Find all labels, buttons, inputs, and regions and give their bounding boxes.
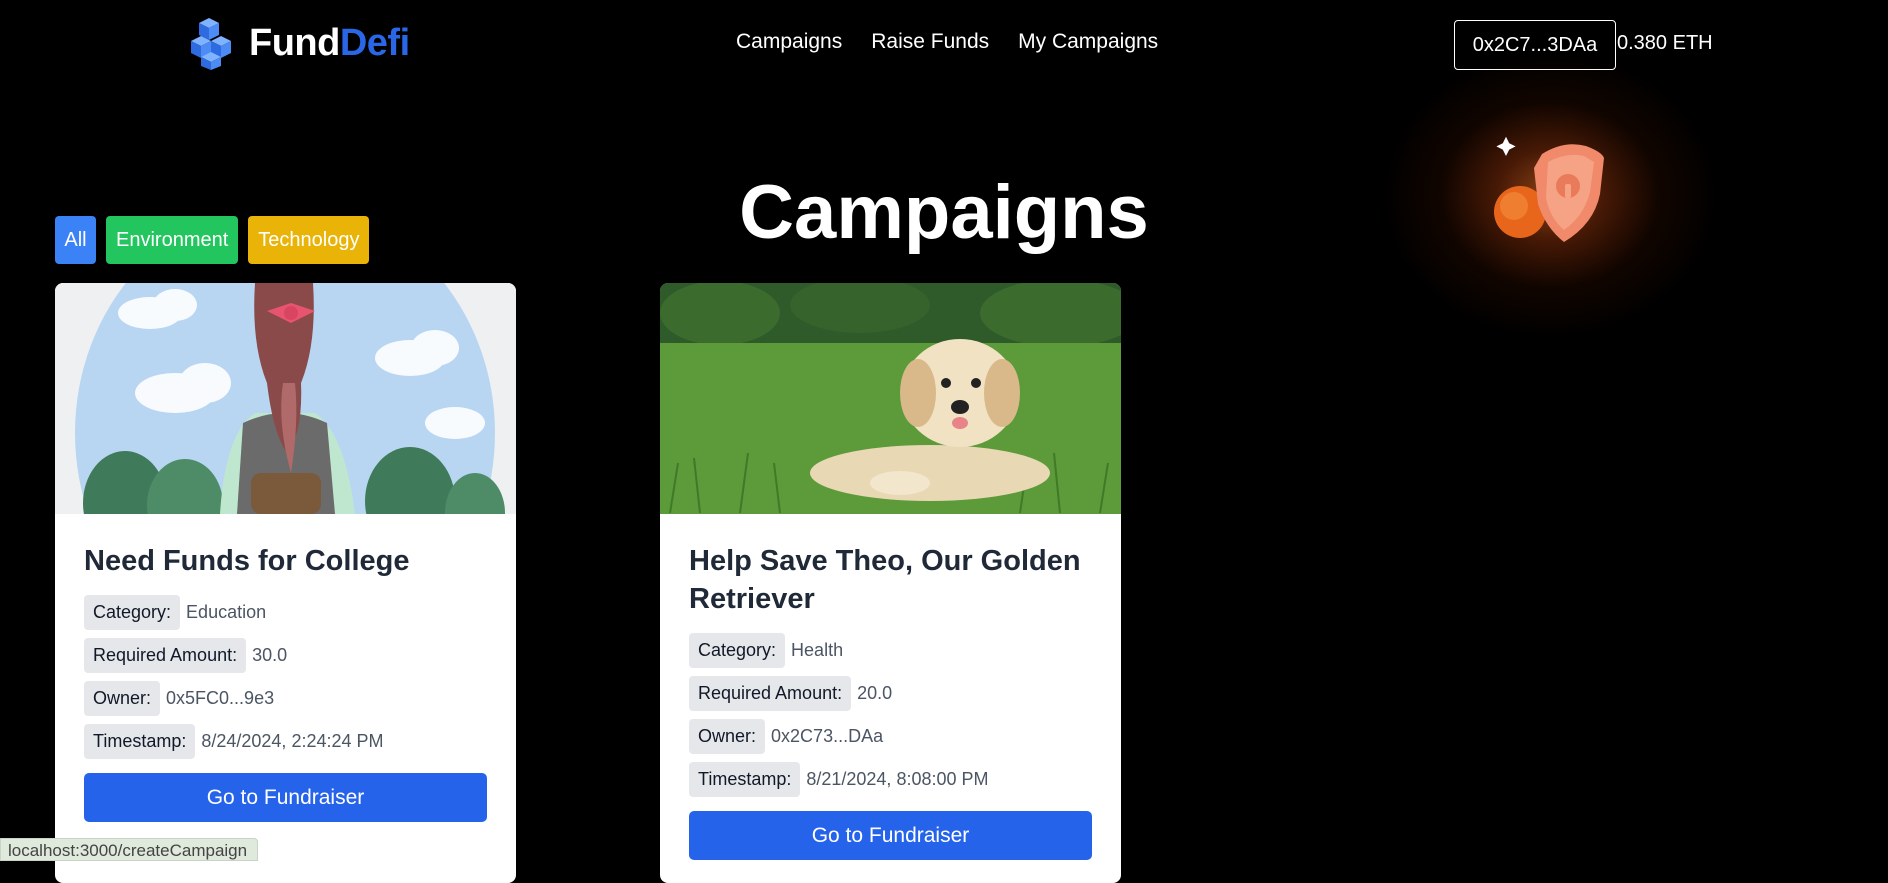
category-value: Health <box>791 640 844 660</box>
timestamp-row: Timestamp: 8/21/2024, 8:08:00 PM <box>689 762 1092 797</box>
go-to-fundraiser-button[interactable]: Go to Fundraiser <box>84 773 487 822</box>
campaign-title: Help Save Theo, Our Golden Retriever <box>689 545 1081 615</box>
browser-status-url: localhost:3000/createCampaign <box>0 838 259 861</box>
campaign-card: Need Funds for College Category: Educati… <box>55 283 516 883</box>
nav-campaigns[interactable]: Campaigns <box>736 30 842 54</box>
amount-value: 20.0 <box>857 683 893 703</box>
amount-value: 30.0 <box>252 645 288 665</box>
main-nav: Campaigns Raise Funds My Campaigns <box>736 30 1158 54</box>
logo[interactable]: FundDefi <box>189 16 410 70</box>
amount-row: Required Amount: 20.0 <box>689 676 1092 711</box>
filter-technology-button[interactable]: Technology <box>248 216 370 264</box>
campaign-title: Need Funds for College <box>84 545 410 577</box>
amount-label: Required Amount: <box>689 676 852 711</box>
owner-row: Owner: 0x2C73...DAa <box>689 719 1092 754</box>
category-row: Category: Health <box>689 633 1092 668</box>
timestamp-value: 8/24/2024, 2:24:24 PM <box>201 731 384 751</box>
cubes-logo-icon <box>191 18 231 70</box>
owner-value: 0x2C73...DAa <box>771 726 884 746</box>
owner-label: Owner: <box>689 719 766 754</box>
category-filters: All Environment Technology <box>55 216 370 264</box>
campaign-image-golden-retriever <box>660 283 1121 514</box>
campaign-card: Help Save Theo, Our Golden Retriever Cat… <box>660 283 1121 883</box>
nav-my-campaigns[interactable]: My Campaigns <box>1018 30 1158 54</box>
owner-row: Owner: 0x5FC0...9e3 <box>84 681 487 716</box>
category-label: Category: <box>84 595 181 630</box>
owner-label: Owner: <box>84 681 161 716</box>
timestamp-label: Timestamp: <box>689 762 801 797</box>
timestamp-row: Timestamp: 8/24/2024, 2:24:24 PM <box>84 724 487 759</box>
owner-value: 0x5FC0...9e3 <box>166 688 275 708</box>
category-label: Category: <box>689 633 786 668</box>
category-row: Category: Education <box>84 595 487 630</box>
category-value: Education <box>186 602 267 622</box>
timestamp-value: 8/21/2024, 8:08:00 PM <box>806 769 989 789</box>
filter-environment-button[interactable]: Environment <box>106 216 239 264</box>
go-to-fundraiser-button[interactable]: Go to Fundraiser <box>689 811 1092 860</box>
filter-all-button[interactable]: All <box>55 216 96 264</box>
timestamp-label: Timestamp: <box>84 724 196 759</box>
campaign-image-girl-backpack <box>55 283 516 514</box>
nav-raise-funds[interactable]: Raise Funds <box>871 30 989 54</box>
amount-label: Required Amount: <box>84 638 247 673</box>
logo-text: FundDefi <box>249 21 410 64</box>
amount-row: Required Amount: 30.0 <box>84 638 487 673</box>
